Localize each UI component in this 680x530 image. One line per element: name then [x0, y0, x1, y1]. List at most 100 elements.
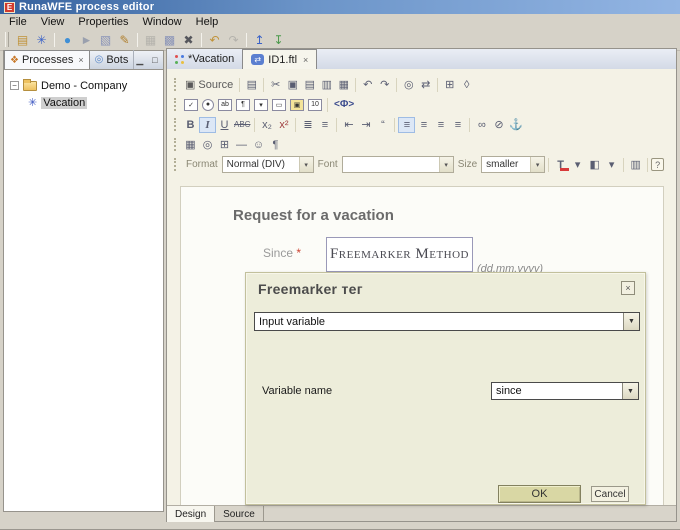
superscript-icon[interactable]: x² [275, 117, 292, 133]
image-icon[interactable]: ▦ [182, 137, 199, 153]
redo-icon[interactable]: ↷ [224, 31, 243, 48]
align-center-icon[interactable]: ≡ [415, 117, 432, 133]
italic-icon[interactable]: I [199, 116, 216, 133]
tab-vacation-label: *Vacation [188, 53, 235, 65]
tree-row-demo-company[interactable]: − Demo - Company [4, 77, 163, 94]
close-icon[interactable]: × [303, 55, 308, 65]
page-break-icon[interactable]: ¶ [267, 137, 284, 153]
copy-icon[interactable]: ▣ [284, 77, 301, 93]
flash-icon[interactable]: ◎ [199, 137, 216, 153]
menu-window[interactable]: Window [137, 16, 190, 28]
align-left-icon[interactable]: ≡ [398, 116, 416, 133]
font-select[interactable]: ▾ [341, 156, 454, 173]
image-button-icon[interactable]: ▣ [290, 98, 304, 111]
toolbar-separator [327, 97, 328, 112]
text-field-icon[interactable]: ab [218, 98, 232, 111]
smiley-icon[interactable]: ☺ [250, 137, 267, 153]
select-all-icon[interactable]: ⊞ [441, 77, 458, 93]
unordered-list-icon[interactable]: ≡ [316, 117, 333, 133]
ok-button[interactable]: OK [498, 485, 581, 503]
select-field-icon[interactable]: ▾ [254, 98, 268, 111]
tab-ftl-editor[interactable]: ⇄ ID1.ftl × [242, 49, 318, 69]
unlink-icon[interactable]: ⊘ [490, 117, 507, 133]
align-justify-icon[interactable]: ≡ [449, 117, 466, 133]
hidden-field-icon[interactable]: 10 [308, 98, 322, 111]
align-right-icon[interactable]: ≡ [432, 117, 449, 133]
bot-station-icon[interactable]: ● [58, 31, 77, 48]
button-field-icon[interactable]: ▭ [272, 98, 286, 111]
indent-icon[interactable]: ⇥ [357, 117, 374, 133]
redo-icon[interactable]: ↷ [376, 77, 393, 93]
toolbar-separator [137, 32, 138, 47]
freemarker-tag-icon[interactable]: <Ф> [331, 99, 357, 110]
replace-icon[interactable]: ⇄ [417, 77, 434, 93]
variable-name-select[interactable]: since ▼ [491, 382, 639, 400]
undo-icon[interactable]: ↶ [205, 31, 224, 48]
ordered-list-icon[interactable]: ≣ [299, 117, 316, 133]
collapse-icon[interactable]: − [10, 81, 19, 90]
horizontal-rule-icon[interactable]: ― [233, 137, 250, 153]
toolbar-separator [239, 77, 241, 92]
anchor-icon[interactable]: ⚓ [507, 117, 524, 133]
preview-icon[interactable]: ▥ [627, 157, 644, 173]
source-button[interactable]: ▣ Source [182, 77, 236, 93]
tab-design[interactable]: Design [167, 506, 216, 522]
save-icon[interactable]: ▦ [141, 31, 160, 48]
new-page-icon[interactable]: ▤ [243, 77, 260, 93]
deploy-icon[interactable]: ↥ [250, 31, 269, 48]
tree-row-vacation[interactable]: ✳ Vacation [4, 94, 163, 111]
maximize-icon[interactable]: □ [149, 55, 160, 66]
export-icon[interactable]: ↧ [269, 31, 288, 48]
menu-file[interactable]: File [3, 16, 35, 28]
tab-processes[interactable]: ❖ Processes × [4, 50, 90, 69]
new-wizard-icon[interactable]: ▤ [13, 31, 32, 48]
toolbar-handle [174, 138, 177, 151]
menu-view[interactable]: View [35, 16, 73, 28]
menu-properties[interactable]: Properties [72, 16, 136, 28]
pointer-icon[interactable]: ► [77, 31, 96, 48]
size-select[interactable]: smaller ▾ [481, 156, 546, 173]
paste-icon[interactable]: ▤ [301, 77, 318, 93]
tab-bots[interactable]: ◎ Bots [90, 50, 135, 69]
cut-icon[interactable]: ✂ [267, 77, 284, 93]
dialog-close-icon[interactable]: × [621, 281, 635, 295]
paste-word-icon[interactable]: ▦ [335, 77, 352, 93]
cancel-button[interactable]: Cancel [591, 486, 629, 502]
blockquote-icon[interactable]: “ [374, 117, 391, 133]
chevron-down-icon[interactable]: ▾ [603, 157, 620, 173]
menu-help[interactable]: Help [190, 16, 227, 28]
link-icon[interactable]: ∞ [473, 117, 490, 133]
outdent-icon[interactable]: ⇤ [340, 117, 357, 133]
freemarker-method-field[interactable]: Freemarker Method [326, 237, 473, 272]
table-icon[interactable]: ⊞ [216, 137, 233, 153]
chevron-down-icon[interactable]: ▼ [623, 313, 639, 330]
minimize-icon[interactable]: ▁ [134, 55, 145, 66]
close-icon[interactable]: × [78, 55, 83, 65]
tab-source[interactable]: Source [215, 506, 264, 522]
format-select[interactable]: Normal (DIV) ▾ [221, 156, 314, 173]
find-icon[interactable]: ◎ [400, 77, 417, 93]
format-label: Format [186, 159, 218, 170]
subscript-icon[interactable]: x₂ [258, 117, 275, 133]
new-process-icon[interactable]: ✳ [32, 31, 51, 48]
chevron-down-icon[interactable]: ▾ [569, 157, 586, 173]
help-icon[interactable]: ? [651, 158, 665, 171]
bold-icon[interactable]: B [182, 117, 199, 133]
save-all-icon[interactable]: ▩ [160, 31, 179, 48]
script-icon[interactable]: ✎ [115, 31, 134, 48]
delete-icon[interactable]: ✖ [179, 31, 198, 48]
background-color-icon[interactable]: ◧ [586, 157, 603, 173]
strikethrough-icon[interactable]: ABC [233, 117, 251, 133]
paste-text-icon[interactable]: ▥ [318, 77, 335, 93]
undo-icon[interactable]: ↶ [359, 77, 376, 93]
radio-field-icon[interactable]: ● [202, 98, 214, 111]
checkbox-field-icon[interactable]: ✓ [184, 98, 198, 111]
tag-type-select[interactable]: Input variable ▼ [254, 312, 640, 331]
tab-vacation-editor[interactable]: *Vacation [167, 49, 242, 69]
eraser-icon[interactable]: ◊ [458, 77, 475, 93]
textarea-field-icon[interactable]: ¶ [236, 98, 250, 111]
stamp-icon[interactable]: ▧ [96, 31, 115, 48]
toolbar-handle [174, 158, 177, 171]
chevron-down-icon[interactable]: ▼ [622, 383, 638, 399]
underline-icon[interactable]: U [216, 117, 233, 133]
